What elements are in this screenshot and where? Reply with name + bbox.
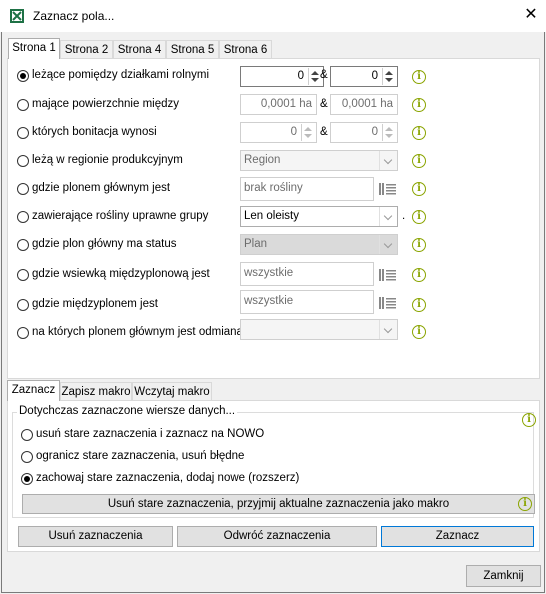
area-from-field[interactable]: 0,0001 ha — [240, 94, 317, 115]
chevron-down-icon[interactable] — [379, 235, 397, 254]
bonitation-from-stepper[interactable]: 0 — [240, 122, 317, 143]
label-variety: na których plonem głównym jest odmiana — [32, 326, 243, 338]
list-picker-icon[interactable] — [379, 181, 397, 197]
suffix-dot: . — [402, 210, 406, 222]
radio-between-plots[interactable] — [17, 70, 29, 82]
select-button[interactable]: Zaznacz — [381, 526, 534, 547]
chevron-down-icon[interactable] — [379, 151, 397, 170]
label-extend-selection: zachowaj stare zaznaczenia, dodaj nowe (… — [36, 472, 300, 484]
invert-selection-button[interactable]: Odwróć zaznaczenia — [177, 526, 377, 547]
selection-group-caption: Dotychczas zaznaczone wiersze danych... — [17, 405, 238, 417]
radio-crop-status[interactable] — [17, 239, 29, 251]
spin-arrows-icon[interactable] — [301, 124, 315, 141]
info-icon[interactable]: i — [412, 126, 426, 140]
crop-group-select[interactable]: Len oleisty — [240, 206, 398, 227]
info-icon[interactable]: i — [412, 210, 426, 224]
ampersand: & — [320, 69, 328, 81]
radio-region[interactable] — [17, 155, 29, 167]
info-icon[interactable]: i — [412, 325, 426, 339]
tab-strona-4[interactable]: Strona 4 — [113, 40, 166, 58]
save-as-macro-button[interactable]: Usuń stare zaznaczenia, przyjmij aktualn… — [22, 494, 535, 514]
info-icon[interactable]: i — [412, 298, 426, 312]
chevron-down-icon[interactable] — [379, 207, 397, 226]
main-crop-field[interactable]: brak rośliny — [240, 177, 374, 201]
radio-extend-selection[interactable] — [21, 473, 33, 485]
list-picker-icon[interactable] — [379, 267, 397, 283]
info-icon[interactable]: i — [412, 98, 426, 112]
catch-crop-field[interactable]: wszystkie — [240, 290, 374, 314]
tab-strona-5[interactable]: Strona 5 — [166, 40, 219, 58]
plot-from-stepper[interactable]: 0 — [240, 66, 324, 87]
label-bonitation: których bonitacja wynosi — [32, 126, 157, 138]
radio-undersown[interactable] — [17, 269, 29, 281]
radio-restrict-selection[interactable] — [21, 451, 33, 463]
label-catch-crop: gdzie międzyplonem jest — [32, 298, 158, 310]
tab-strona-1[interactable]: Strona 1 — [8, 38, 60, 59]
radio-bonitation[interactable] — [17, 127, 29, 139]
tab-zapisz-makro[interactable]: Zapisz makro — [60, 382, 132, 400]
close-button[interactable]: Zamknij — [466, 565, 541, 587]
clear-selection-button[interactable]: Usuń zaznaczenia — [18, 526, 173, 547]
radio-main-crop[interactable] — [17, 183, 29, 195]
info-icon[interactable]: i — [412, 70, 426, 84]
radio-new-selection[interactable] — [21, 429, 33, 441]
tab-strona-2[interactable]: Strona 2 — [60, 40, 113, 58]
info-icon[interactable]: i — [412, 268, 426, 282]
ampersand: & — [320, 98, 328, 110]
variety-select[interactable] — [240, 319, 398, 340]
excel-icon — [10, 9, 24, 23]
undersown-field[interactable]: wszystkie — [240, 262, 374, 286]
region-select[interactable]: Region — [240, 150, 398, 171]
info-icon[interactable]: i — [412, 154, 426, 168]
label-restrict-selection: ogranicz stare zaznaczenia, usuń błędne — [36, 450, 245, 462]
label-new-selection: usuń stare zaznaczenia i zaznacz na NOWO — [36, 428, 265, 440]
window-title: Zaznacz pola... — [33, 9, 115, 23]
info-icon[interactable]: i — [412, 238, 426, 252]
plot-to-stepper[interactable]: 0 — [330, 66, 398, 87]
radio-catch-crop[interactable] — [17, 299, 29, 311]
tab-strona-6[interactable]: Strona 6 — [219, 40, 272, 58]
chevron-down-icon[interactable] — [379, 320, 397, 339]
close-icon[interactable]: ✕ — [520, 4, 542, 26]
info-icon[interactable]: i — [522, 413, 536, 427]
spin-arrows-icon[interactable] — [382, 68, 396, 85]
label-undersown: gdzie wsiewką międzyplonową jest — [32, 268, 210, 280]
radio-area-between[interactable] — [17, 99, 29, 111]
label-region: leżą w regionie produkcyjnym — [32, 154, 183, 166]
info-icon[interactable]: i — [412, 182, 426, 196]
label-crop-status: gdzie plon główny ma status — [32, 238, 177, 250]
label-area-between: mające powierzchnie między — [32, 98, 180, 110]
area-to-field[interactable]: 0,0001 ha — [330, 94, 398, 115]
bonitation-to-stepper[interactable]: 0 — [330, 122, 398, 143]
tab-zaznacz[interactable]: Zaznacz — [7, 380, 60, 401]
info-icon[interactable]: i — [518, 497, 532, 511]
radio-crop-group[interactable] — [17, 211, 29, 223]
label-main-crop: gdzie plonem głównym jest — [32, 182, 171, 194]
spin-arrows-icon[interactable] — [382, 124, 396, 141]
tab-wczytaj-makro[interactable]: Wczytaj makro — [132, 382, 212, 400]
list-picker-icon[interactable] — [379, 295, 397, 311]
ampersand: & — [320, 126, 328, 138]
label-crop-group: zawierające rośliny uprawne grupy — [32, 210, 209, 222]
crop-status-select[interactable]: Plan — [240, 234, 398, 255]
label-between-plots: leżące pomiędzy działkami rolnymi — [32, 69, 210, 81]
radio-variety[interactable] — [17, 327, 29, 339]
